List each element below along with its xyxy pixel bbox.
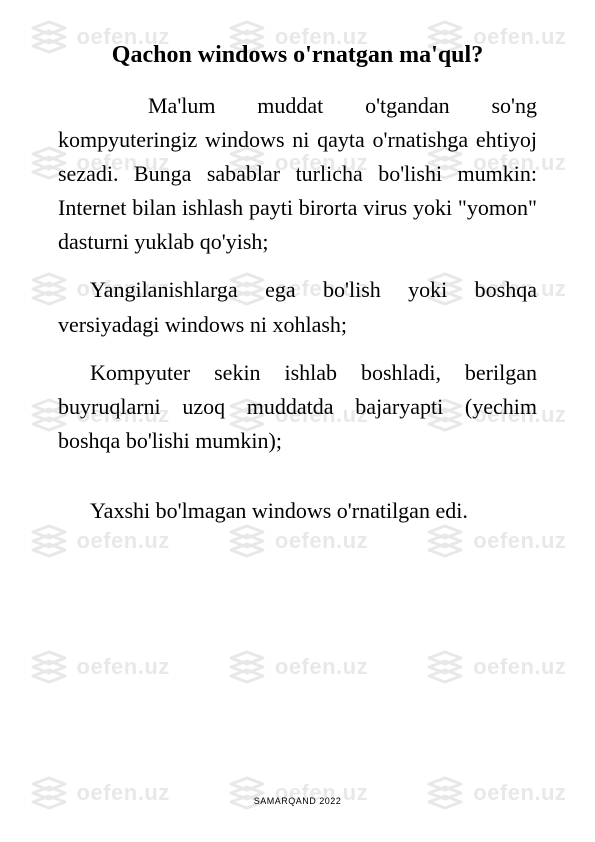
stacked-layers-icon — [29, 648, 69, 686]
page-title: Qachon windows o'rnatgan ma'qul? — [58, 42, 537, 69]
stacked-layers-icon — [425, 774, 465, 812]
watermark-item: oefen.uz — [425, 774, 566, 812]
paragraph-green: Yangilanishlarga ega bo'lish yoki boshqa… — [58, 273, 537, 341]
watermark-item: oefen.uz — [227, 774, 368, 812]
watermark-item: oefen.uz — [425, 648, 566, 686]
watermark-text: oefen.uz — [473, 528, 566, 554]
watermark-text: oefen.uz — [275, 528, 368, 554]
stacked-layers-icon — [29, 774, 69, 812]
watermark-text: oefen.uz — [77, 654, 170, 680]
paragraph-intro: Ma'lum muddat o'tgandan so'ng kompyuteri… — [58, 89, 537, 259]
watermark-text: oefen.uz — [77, 528, 170, 554]
watermark-item: oefen.uz — [227, 648, 368, 686]
watermark-text: oefen.uz — [275, 654, 368, 680]
paragraph-red: Kompyuter sekin ishlab boshladi, berilga… — [58, 356, 537, 458]
document-body: Qachon windows o'rnatgan ma'qul? Ma'lum … — [0, 0, 595, 528]
stacked-layers-icon — [227, 774, 267, 812]
watermark-item: oefen.uz — [29, 648, 170, 686]
footer-text: SAMARQAND 2022 — [0, 796, 595, 806]
watermark-text: oefen.uz — [473, 654, 566, 680]
paragraph-final: Yaxshi bo'lmagan windows o'rnatilgan edi… — [58, 494, 537, 528]
stacked-layers-icon — [425, 648, 465, 686]
watermark-item: oefen.uz — [29, 774, 170, 812]
stacked-layers-icon — [227, 648, 267, 686]
